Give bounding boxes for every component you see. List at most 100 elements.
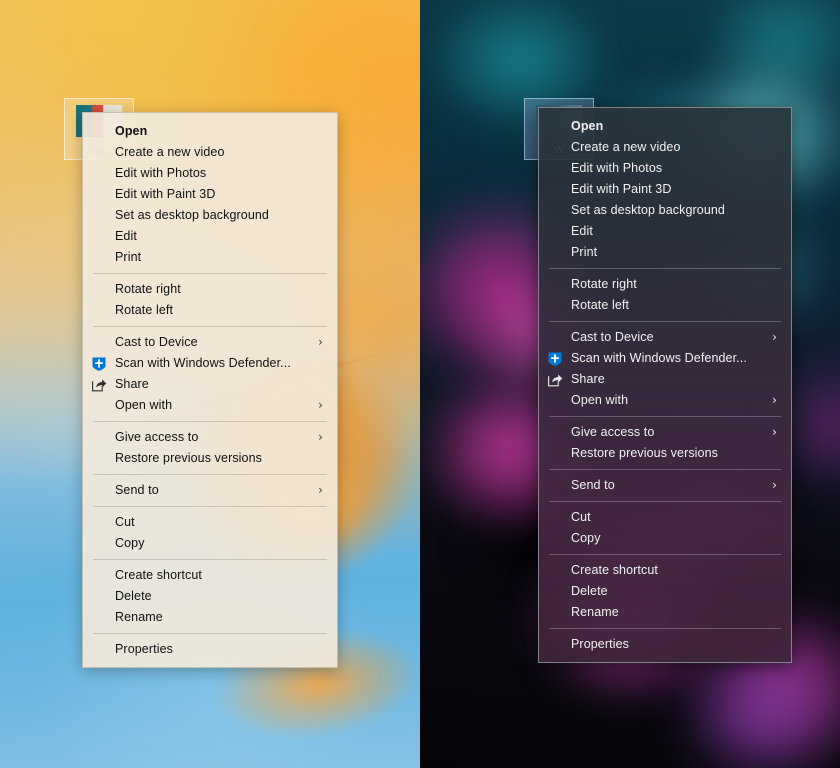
menu-separator xyxy=(549,628,781,629)
menu-item-open[interactable]: Open xyxy=(539,116,791,137)
chevron-right-icon: › xyxy=(318,395,323,416)
chevron-right-icon: › xyxy=(318,480,323,501)
menu-item-edit[interactable]: Edit xyxy=(539,221,791,242)
menu-item-restore-previous-versions[interactable]: Restore previous versions xyxy=(83,448,337,469)
chevron-right-icon: › xyxy=(772,327,777,348)
menu-item-label: Set as desktop background xyxy=(115,208,269,222)
menu-item-label: Rotate right xyxy=(571,277,637,291)
menu-item-edit-with-photos[interactable]: Edit with Photos xyxy=(539,158,791,179)
menu-item-label: Copy xyxy=(571,531,601,545)
menu-item-cut[interactable]: Cut xyxy=(539,507,791,528)
menu-separator xyxy=(93,633,327,634)
share-icon xyxy=(547,372,563,388)
menu-item-print[interactable]: Print xyxy=(539,242,791,263)
menu-item-label: Send to xyxy=(571,478,615,492)
chevron-right-icon: › xyxy=(318,427,323,448)
menu-item-label: Rename xyxy=(571,605,619,619)
menu-separator xyxy=(549,321,781,322)
menu-separator xyxy=(549,501,781,502)
menu-item-label: Cast to Device xyxy=(571,330,654,344)
menu-item-rename[interactable]: Rename xyxy=(83,607,337,628)
menu-separator xyxy=(549,469,781,470)
menu-item-rename[interactable]: Rename xyxy=(539,602,791,623)
menu-item-rotate-left[interactable]: Rotate left xyxy=(539,295,791,316)
menu-item-print[interactable]: Print xyxy=(83,247,337,268)
chevron-right-icon: › xyxy=(772,422,777,443)
menu-item-create-a-new-video[interactable]: Create a new video xyxy=(83,142,337,163)
menu-item-label: Restore previous versions xyxy=(571,446,718,460)
menu-item-label: Delete xyxy=(571,584,608,598)
menu-item-label: Share xyxy=(571,372,605,386)
menu-item-open-with[interactable]: Open with › xyxy=(539,390,791,411)
share-icon xyxy=(91,377,107,393)
menu-item-edit-with-paint-3d[interactable]: Edit with Paint 3D xyxy=(83,184,337,205)
chevron-right-icon: › xyxy=(318,332,323,353)
menu-item-label: Set as desktop background xyxy=(571,203,725,217)
menu-separator xyxy=(93,273,327,274)
menu-item-cast-to-device[interactable]: Cast to Device › xyxy=(83,332,337,353)
menu-item-label: Rotate left xyxy=(115,303,173,317)
menu-item-scan-with-windows-defender[interactable]: Scan with Windows Defender... xyxy=(83,353,337,374)
menu-item-label: Cut xyxy=(115,515,135,529)
menu-item-create-shortcut[interactable]: Create shortcut xyxy=(83,565,337,586)
menu-item-label: Scan with Windows Defender... xyxy=(571,351,747,365)
menu-item-edit[interactable]: Edit xyxy=(83,226,337,247)
menu-item-properties[interactable]: Properties xyxy=(539,634,791,655)
menu-item-label: Open with xyxy=(115,398,172,412)
menu-item-copy[interactable]: Copy xyxy=(539,528,791,549)
menu-item-create-shortcut[interactable]: Create shortcut xyxy=(539,560,791,581)
menu-item-delete[interactable]: Delete xyxy=(539,581,791,602)
menu-separator xyxy=(549,554,781,555)
menu-item-send-to[interactable]: Send to › xyxy=(539,475,791,496)
menu-item-rotate-right[interactable]: Rotate right xyxy=(539,274,791,295)
menu-item-label: Edit xyxy=(115,229,137,243)
menu-item-label: Open xyxy=(115,124,147,138)
menu-item-label: Properties xyxy=(115,642,173,656)
menu-item-create-a-new-video[interactable]: Create a new video xyxy=(539,137,791,158)
menu-item-label: Send to xyxy=(115,483,159,497)
menu-item-set-as-desktop-background[interactable]: Set as desktop background xyxy=(539,200,791,221)
menu-item-label: Rename xyxy=(115,610,163,624)
menu-separator xyxy=(93,506,327,507)
menu-item-label: Copy xyxy=(115,536,145,550)
menu-item-share[interactable]: Share xyxy=(83,374,337,395)
menu-item-label: Share xyxy=(115,377,149,391)
menu-item-label: Create shortcut xyxy=(115,568,202,582)
menu-item-label: Create a new video xyxy=(115,145,225,159)
menu-item-cast-to-device[interactable]: Cast to Device › xyxy=(539,327,791,348)
menu-item-give-access-to[interactable]: Give access to› xyxy=(83,427,337,448)
menu-item-label: Edit with Photos xyxy=(571,161,662,175)
menu-item-edit-with-photos[interactable]: Edit with Photos xyxy=(83,163,337,184)
menu-item-label: Open xyxy=(571,119,603,133)
menu-item-open-with[interactable]: Open with › xyxy=(83,395,337,416)
menu-item-label: Print xyxy=(571,245,597,259)
menu-item-set-as-desktop-background[interactable]: Set as desktop background xyxy=(83,205,337,226)
menu-item-restore-previous-versions[interactable]: Restore previous versions xyxy=(539,443,791,464)
menu-item-label: Edit with Paint 3D xyxy=(571,182,671,196)
menu-item-label: Cut xyxy=(571,510,591,524)
context-menu-dark[interactable]: Open Create a new video Edit with Photos Ed… xyxy=(538,107,792,663)
menu-item-scan-with-windows-defender[interactable]: Scan with Windows Defender... xyxy=(539,348,791,369)
menu-item-copy[interactable]: Copy xyxy=(83,533,337,554)
chevron-right-icon: › xyxy=(772,390,777,411)
menu-item-label: Cast to Device xyxy=(115,335,198,349)
context-menu-light[interactable]: Open Create a new video Edit with Photos Ed… xyxy=(82,112,338,668)
menu-item-properties[interactable]: Properties xyxy=(83,639,337,660)
menu-item-label: Edit with Photos xyxy=(115,166,206,180)
menu-item-rotate-left[interactable]: Rotate left xyxy=(83,300,337,321)
menu-item-edit-with-paint-3d[interactable]: Edit with Paint 3D xyxy=(539,179,791,200)
menu-item-rotate-right[interactable]: Rotate right xyxy=(83,279,337,300)
menu-item-delete[interactable]: Delete xyxy=(83,586,337,607)
menu-item-cut[interactable]: Cut xyxy=(83,512,337,533)
menu-item-label: Open with xyxy=(571,393,628,407)
menu-item-label: Print xyxy=(115,250,141,264)
menu-item-give-access-to[interactable]: Give access to › xyxy=(539,422,791,443)
chevron-right-icon: › xyxy=(772,475,777,496)
menu-item-send-to[interactable]: Send to › xyxy=(83,480,337,501)
shield-icon xyxy=(91,356,107,372)
menu-item-share[interactable]: Share xyxy=(539,369,791,390)
menu-separator xyxy=(93,474,327,475)
menu-item-label: Give access to xyxy=(571,425,654,439)
menu-item-open[interactable]: Open xyxy=(83,121,337,142)
menu-separator xyxy=(93,326,327,327)
